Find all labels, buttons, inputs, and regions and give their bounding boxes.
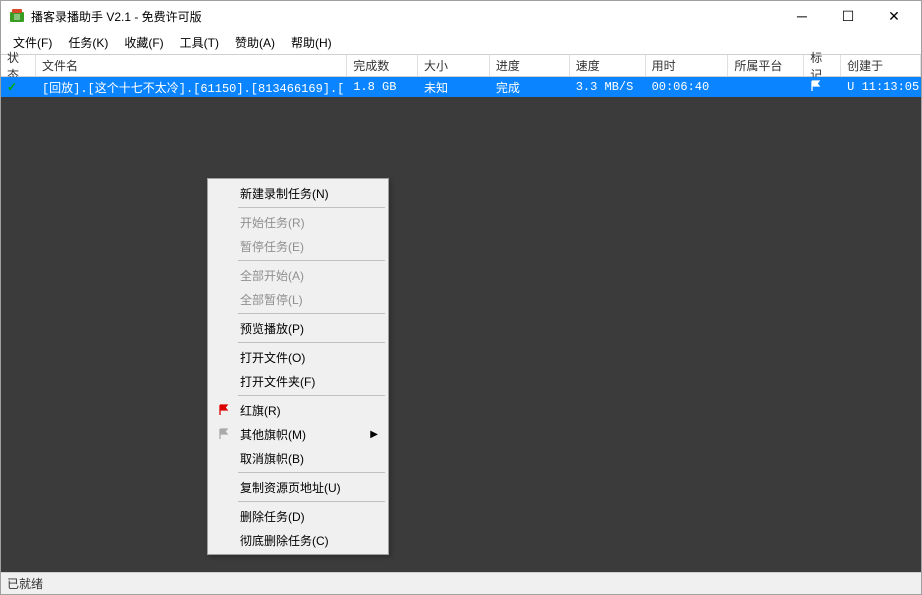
cm-start-all: 全部开始(A) [210,263,386,287]
platform-cell [728,77,804,97]
red-flag-icon [216,404,232,416]
status-cell: ✓ [1,77,36,97]
menu-sponsor[interactable]: 赞助(A) [227,32,283,53]
done-cell: 1.8 GB [347,77,418,97]
cm-delete-forever[interactable]: 彻底删除任务(C) [210,528,386,552]
progress-cell: 完成 [490,77,570,97]
menu-tools[interactable]: 工具(T) [172,32,227,53]
cm-open-file[interactable]: 打开文件(O) [210,345,386,369]
gray-flag-icon [216,428,232,440]
filename-cell: [回放].[这个十七不太冷].[61150].[813466169].[... [36,77,347,97]
cm-start-task: 开始任务(R) [210,210,386,234]
cm-other-flags-label: 其他旗帜(M) [240,426,306,443]
table-row[interactable]: ✓ [回放].[这个十七不太冷].[61150].[813466169].[..… [1,77,921,97]
menu-tasks[interactable]: 任务(K) [60,32,116,53]
statusbar: 已就绪 [1,572,921,594]
speed-cell: 3.3 MB/S [570,77,646,97]
column-headers: 状态 文件名 完成数 大小 进度 速度 用时 所属平台 标记 创建于 [1,55,921,77]
task-list: ✓ [回放].[这个十七不太冷].[61150].[813466169].[..… [1,77,921,574]
time-cell: 00:06:40 [646,77,729,97]
size-cell: 未知 [418,77,490,97]
cm-delete-task[interactable]: 删除任务(D) [210,504,386,528]
cm-cancel-flag[interactable]: 取消旗帜(B) [210,446,386,470]
flag-icon [810,80,822,95]
status-text: 已就绪 [7,575,43,592]
cm-other-flags[interactable]: 其他旗帜(M) ▶ [210,422,386,446]
col-status[interactable]: 状态 [1,55,36,76]
cm-open-folder[interactable]: 打开文件夹(F) [210,369,386,393]
cm-red-flag[interactable]: 红旗(R) [210,398,386,422]
col-time[interactable]: 用时 [646,55,729,76]
menu-favorites[interactable]: 收藏(F) [116,32,171,53]
col-filename[interactable]: 文件名 [36,55,347,76]
col-created[interactable]: 创建于 [841,55,921,76]
window-title: 播客录播助手 V2.1 - 免费许可版 [31,8,202,25]
col-progress[interactable]: 进度 [490,55,570,76]
col-mark[interactable]: 标记 [804,55,841,76]
titlebar: 播客录播助手 V2.1 - 免费许可版 ─ ☐ ✕ [1,1,921,31]
col-size[interactable]: 大小 [418,55,490,76]
context-menu: 新建录制任务(N) 开始任务(R) 暂停任务(E) 全部开始(A) 全部暂停(L… [207,178,389,555]
close-button[interactable]: ✕ [871,1,917,31]
col-speed[interactable]: 速度 [570,55,646,76]
cm-preview[interactable]: 预览播放(P) [210,316,386,340]
cm-red-flag-label: 红旗(R) [240,402,281,419]
cm-new-task[interactable]: 新建录制任务(N) [210,181,386,205]
check-icon: ✓ [7,80,17,94]
mark-cell [804,77,841,97]
menu-help[interactable]: 帮助(H) [283,32,340,53]
cm-copy-url[interactable]: 复制资源页地址(U) [210,475,386,499]
app-icon [9,8,25,24]
cm-pause-task: 暂停任务(E) [210,234,386,258]
submenu-arrow-icon: ▶ [370,429,378,440]
menubar: 文件(F) 任务(K) 收藏(F) 工具(T) 赞助(A) 帮助(H) [1,31,921,55]
col-done[interactable]: 完成数 [347,55,418,76]
created-cell: U 11:13:05 [841,77,921,97]
cm-pause-all: 全部暂停(L) [210,287,386,311]
col-platform[interactable]: 所属平台 [728,55,804,76]
minimize-button[interactable]: ─ [779,1,825,31]
maximize-button[interactable]: ☐ [825,1,871,31]
window-controls: ─ ☐ ✕ [779,1,917,31]
